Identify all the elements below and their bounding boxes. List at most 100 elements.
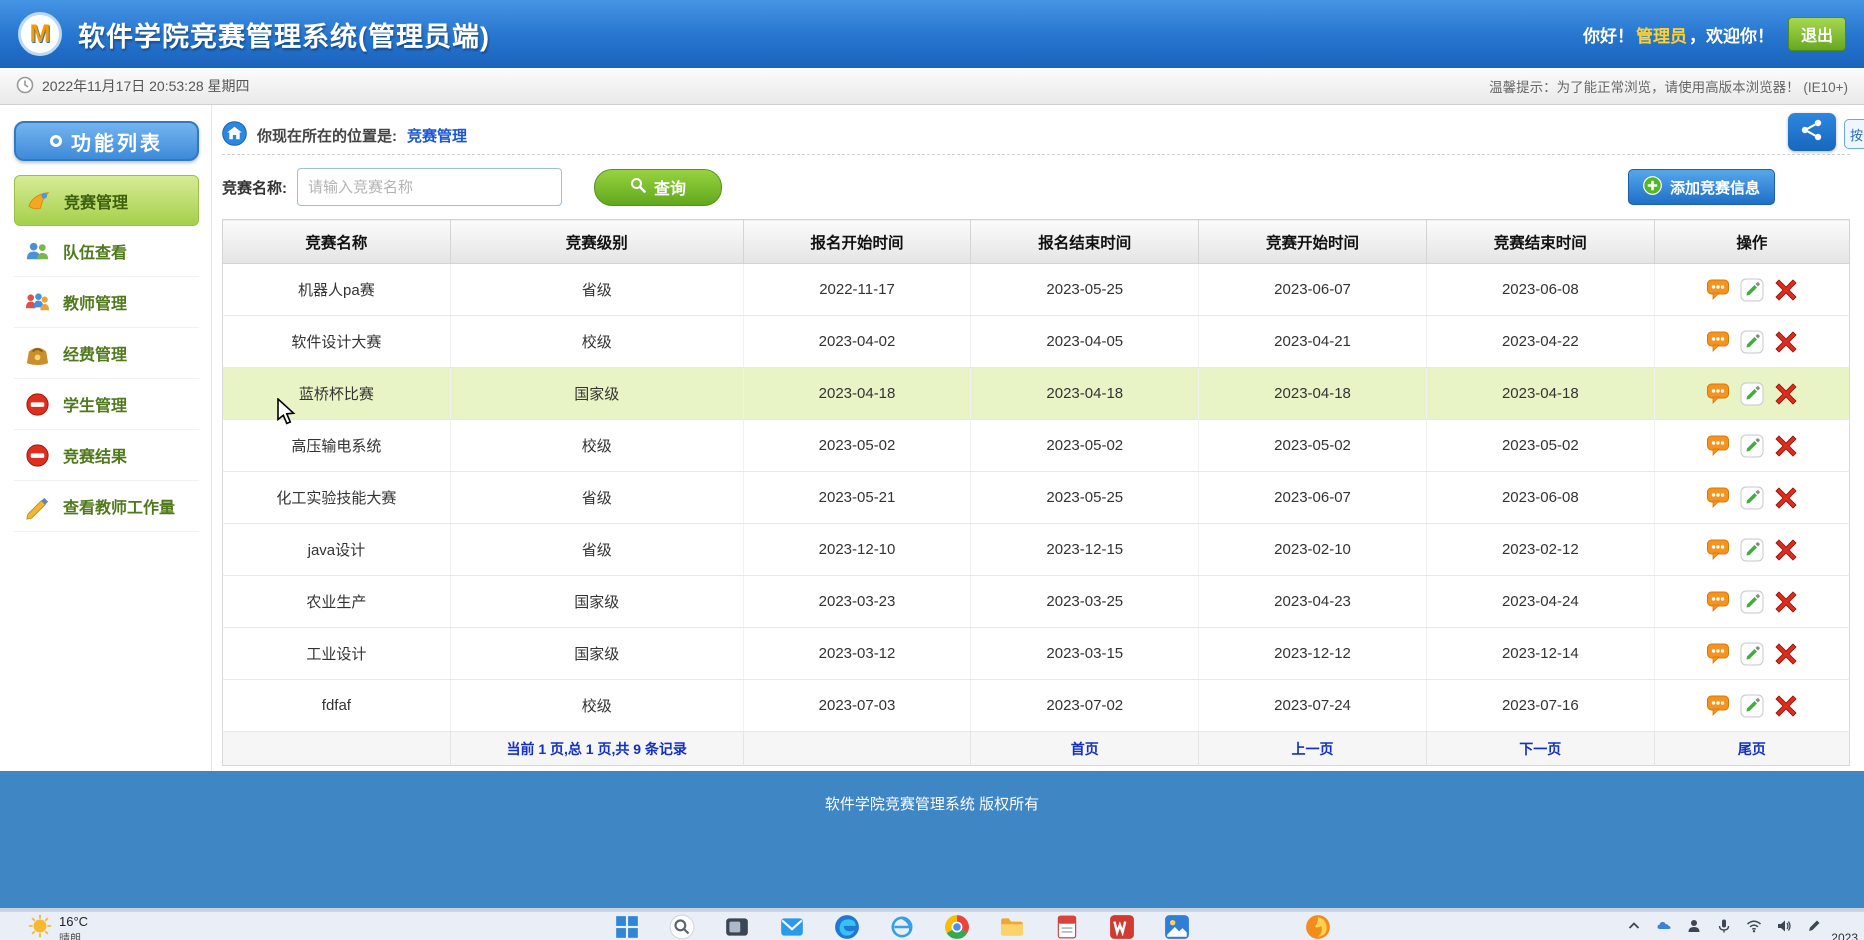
edit-icon[interactable] [1740,694,1764,718]
table-cell: 2023-04-18 [743,368,971,420]
table-cell: 2023-05-02 [1199,420,1427,472]
team-icon [24,238,51,265]
breadcrumb-current-link[interactable]: 竞赛管理 [407,125,467,146]
wifi-icon[interactable] [1746,918,1762,934]
sidebar-item-label: 学生管理 [63,392,127,416]
delete-icon[interactable] [1774,694,1798,718]
delete-icon[interactable] [1774,590,1798,614]
actions-cell [1654,680,1849,732]
sidebar-item-team-view[interactable]: 队伍查看 [14,226,199,277]
add-competition-button[interactable]: 添加竞赛信息 [1628,169,1775,205]
weather-widget[interactable]: 16°C 晴朗 [28,914,88,940]
chrome-icon[interactable] [944,914,970,940]
delete-icon[interactable] [1774,330,1798,354]
delete-icon[interactable] [1774,434,1798,458]
site-footer: 软件学院竞赛管理系统 版权所有 [0,771,1864,908]
sidebar-item-teacher-workload[interactable]: 查看教师工作量 [14,481,199,532]
pen-icon[interactable] [1806,918,1822,934]
edit-icon[interactable] [1740,434,1764,458]
table-cell: 2023-12-12 [1199,628,1427,680]
sidebar-item-fund-management[interactable]: 经费管理 [14,328,199,379]
screen: M 软件学院竞赛管理系统(管理员端) 你好！ 管理员 ，欢迎你！ 退出 2022… [0,0,1864,940]
edit-icon[interactable] [1740,330,1764,354]
search-input[interactable] [297,168,562,206]
comment-icon[interactable] [1706,642,1730,666]
comment-icon[interactable] [1706,434,1730,458]
comment-icon[interactable] [1706,278,1730,302]
table-cell: 2023-12-15 [971,524,1199,576]
app-logo: M [18,12,62,56]
firefox-icon[interactable] [1305,914,1331,940]
edit-icon[interactable] [1740,278,1764,302]
delete-icon[interactable] [1774,642,1798,666]
weather-temp: 16°C [59,914,88,929]
comment-icon[interactable] [1706,486,1730,510]
edit-icon[interactable] [1740,382,1764,406]
ie-icon[interactable] [889,914,915,940]
query-button[interactable]: 查询 [594,169,722,206]
table-cell: 2023-12-10 [743,524,971,576]
mail-icon[interactable] [779,914,805,940]
table-cell: 2023-07-24 [1199,680,1427,732]
photos-icon[interactable] [1164,914,1190,940]
sidebar-item-competition-result[interactable]: 竞赛结果 [14,430,199,481]
delete-icon[interactable] [1774,278,1798,302]
table-row: 农业生产国家级2023-03-232023-03-252023-04-23202… [223,576,1850,628]
taskbar-clock[interactable]: 2023 [1831,931,1858,940]
side-tab[interactable]: 按 [1844,119,1864,149]
search-icon[interactable] [669,914,695,940]
taskview-icon[interactable] [724,914,750,940]
wps-icon[interactable] [1109,914,1135,940]
comment-icon[interactable] [1706,694,1730,718]
sidebar-item-student-management[interactable]: 学生管理 [14,379,199,430]
table-cell: 省级 [450,472,743,524]
comment-icon[interactable] [1706,382,1730,406]
logout-button[interactable]: 退出 [1788,17,1846,51]
table-cell: 2023-04-05 [971,316,1199,368]
sidebar-item-teacher-management[interactable]: 教师管理 [14,277,199,328]
edit-icon[interactable] [1740,642,1764,666]
edge-icon[interactable] [834,914,860,940]
app-header: M 软件学院竞赛管理系统(管理员端) 你好！ 管理员 ，欢迎你！ 退出 [0,0,1864,68]
volume-icon[interactable] [1776,918,1792,934]
pagination-prev-link[interactable]: 上一页 [1292,741,1334,757]
windows-start-icon[interactable] [614,914,640,940]
delete-icon[interactable] [1774,538,1798,562]
comment-icon[interactable] [1706,538,1730,562]
share-button[interactable] [1788,113,1836,151]
comment-icon[interactable] [1706,590,1730,614]
table-cell: 2023-03-15 [971,628,1199,680]
user-area: 你好！ 管理员 ，欢迎你！ 退出 [1583,17,1846,51]
clock-icon [16,76,34,97]
sidebar-item-competition-management[interactable]: 竞赛管理 [14,175,199,226]
delete-icon[interactable] [1774,382,1798,406]
microphone-icon[interactable] [1716,918,1732,934]
share-icon [1799,118,1825,147]
sidebar-item-label: 队伍查看 [63,239,127,263]
column-header: 竞赛开始时间 [1199,220,1427,264]
edit-icon[interactable] [1740,486,1764,510]
pagination-last-link[interactable]: 尾页 [1738,741,1766,757]
comment-icon[interactable] [1706,330,1730,354]
taskbar-apps [614,914,1331,940]
table-cell: 农业生产 [223,576,451,628]
column-header: 竞赛名称 [223,220,451,264]
chevron-up-icon[interactable] [1626,918,1642,934]
sidebar-menu: 竞赛管理队伍查看教师管理经费管理学生管理竞赛结果查看教师工作量 [14,175,199,532]
actions-cell [1654,472,1849,524]
pagination-first-link[interactable]: 首页 [1071,741,1099,757]
edit-icon[interactable] [1740,590,1764,614]
delete-icon[interactable] [1774,486,1798,510]
cloud-icon[interactable] [1656,918,1672,934]
taskbar-tray [1626,918,1822,934]
edit-icon[interactable] [1740,538,1764,562]
table-cell: 校级 [450,420,743,472]
document-icon[interactable] [1054,914,1080,940]
pagination-next-link[interactable]: 下一页 [1519,741,1561,757]
greeting-prefix: 你好！ [1583,22,1634,47]
folder-icon[interactable] [999,914,1025,940]
table-row: 化工实验技能大赛省级2023-05-212023-05-252023-06-07… [223,472,1850,524]
table-row: 软件设计大赛校级2023-04-022023-04-052023-04-2120… [223,316,1850,368]
table-cell: 2023-12-14 [1426,628,1654,680]
person-icon[interactable] [1686,918,1702,934]
